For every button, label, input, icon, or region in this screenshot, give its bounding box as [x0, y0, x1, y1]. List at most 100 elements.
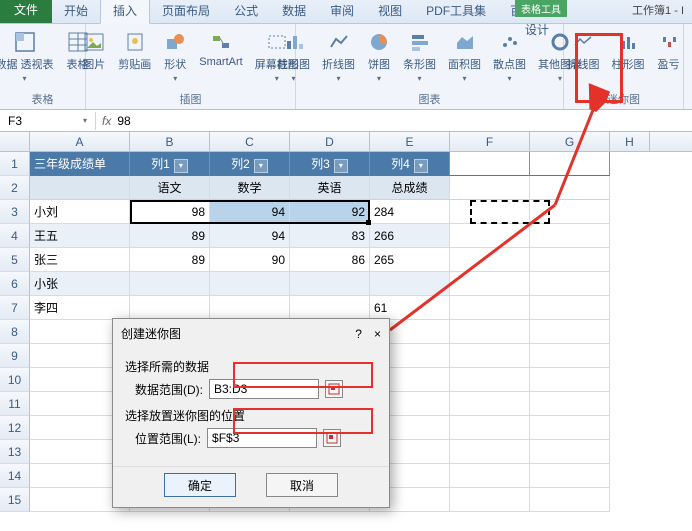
cell[interactable] [530, 392, 610, 416]
cell[interactable]: 284 [370, 200, 450, 224]
select-all-corner[interactable] [0, 132, 30, 151]
cell[interactable] [530, 272, 610, 296]
cell[interactable]: 265 [370, 248, 450, 272]
col-header[interactable]: E [370, 132, 450, 151]
tab-review[interactable]: 审阅 [318, 0, 366, 23]
column-chart-button[interactable]: 柱形图▾ [273, 28, 314, 85]
tab-design[interactable]: 设计 [515, 17, 567, 42]
tab-data[interactable]: 数据 [270, 0, 318, 23]
cell[interactable]: 李四 [30, 296, 130, 320]
tab-formula[interactable]: 公式 [222, 0, 270, 23]
smartart-button[interactable]: SmartArt [195, 28, 246, 70]
cell[interactable]: 列3▾ [290, 152, 370, 176]
col-header[interactable]: B [130, 132, 210, 151]
pie-chart-button[interactable]: 饼图▾ [363, 28, 395, 85]
cell[interactable]: 94 [210, 224, 290, 248]
cell[interactable] [290, 272, 370, 296]
range-selector-button[interactable] [323, 429, 341, 447]
shapes-button[interactable]: 形状▾ [159, 28, 191, 85]
location-range-input[interactable] [207, 428, 317, 448]
cell[interactable] [530, 320, 610, 344]
cell[interactable]: 列2▾ [210, 152, 290, 176]
cell[interactable] [530, 176, 610, 200]
cell[interactable]: 列1▾ [130, 152, 210, 176]
cell[interactable] [450, 416, 530, 440]
row-header[interactable]: 4 [0, 224, 30, 248]
col-header[interactable]: G [530, 132, 610, 151]
filter-arrow-icon[interactable]: ▾ [334, 159, 348, 173]
cell[interactable] [450, 320, 530, 344]
cell[interactable]: 266 [370, 224, 450, 248]
clipart-button[interactable]: 剪贴画 [114, 28, 155, 74]
cell[interactable] [370, 272, 450, 296]
cell[interactable]: 89 [130, 248, 210, 272]
cell[interactable] [130, 272, 210, 296]
tab-pdf[interactable]: PDF工具集 [414, 0, 498, 23]
row-header[interactable]: 11 [0, 392, 30, 416]
filter-arrow-icon[interactable]: ▾ [414, 159, 428, 173]
cell[interactable] [450, 200, 530, 224]
col-header[interactable]: F [450, 132, 530, 151]
formula-input[interactable] [117, 114, 686, 128]
col-header[interactable]: D [290, 132, 370, 151]
cell[interactable] [450, 344, 530, 368]
cell[interactable] [130, 296, 210, 320]
name-box[interactable]: F3▾ [0, 112, 96, 130]
ok-button[interactable]: 确定 [164, 473, 236, 497]
cell[interactable]: 列4▾ [370, 152, 450, 176]
pivot-table-button[interactable]: 数据 透视表 ▾ [0, 28, 58, 85]
row-header[interactable]: 9 [0, 344, 30, 368]
line-chart-button[interactable]: 折线图▾ [318, 28, 359, 85]
cell[interactable]: 王五 [30, 224, 130, 248]
row-header[interactable]: 8 [0, 320, 30, 344]
cell[interactable] [450, 464, 530, 488]
cancel-button[interactable]: 取消 [266, 473, 338, 497]
cell[interactable]: 94 [210, 200, 290, 224]
cell[interactable] [530, 224, 610, 248]
bar-chart-button[interactable]: 条形图▾ [399, 28, 440, 85]
close-button[interactable]: × [374, 327, 381, 341]
cell[interactable] [450, 368, 530, 392]
filter-arrow-icon[interactable]: ▾ [174, 159, 188, 173]
tab-view[interactable]: 视图 [366, 0, 414, 23]
row-header[interactable]: 15 [0, 488, 30, 512]
sparkline-column-button[interactable]: 柱形图 [608, 28, 649, 74]
tab-home[interactable]: 开始 [52, 0, 100, 23]
cell[interactable] [210, 296, 290, 320]
cell[interactable] [450, 272, 530, 296]
cell[interactable]: 90 [210, 248, 290, 272]
cell[interactable]: 98 [130, 200, 210, 224]
cell[interactable] [450, 392, 530, 416]
cell[interactable] [210, 272, 290, 296]
sparkline-winloss-button[interactable]: 盈亏 [653, 28, 685, 74]
cell[interactable] [530, 200, 610, 224]
cell[interactable] [530, 440, 610, 464]
col-header[interactable]: C [210, 132, 290, 151]
cell[interactable] [530, 344, 610, 368]
tab-file[interactable]: 文件 [0, 0, 52, 23]
row-header[interactable]: 5 [0, 248, 30, 272]
cell[interactable] [530, 488, 610, 512]
cell[interactable]: 小张 [30, 272, 130, 296]
cell[interactable]: 86 [290, 248, 370, 272]
data-range-input[interactable] [209, 379, 319, 399]
cell[interactable]: 语文 [130, 176, 210, 200]
cell[interactable] [530, 416, 610, 440]
cell[interactable] [30, 176, 130, 200]
cell[interactable]: 数学 [210, 176, 290, 200]
cell[interactable]: 83 [290, 224, 370, 248]
cell[interactable]: 61 [370, 296, 450, 320]
cell[interactable] [450, 176, 530, 200]
cell[interactable] [450, 248, 530, 272]
row-header[interactable]: 14 [0, 464, 30, 488]
row-header[interactable]: 3 [0, 200, 30, 224]
row-header[interactable]: 6 [0, 272, 30, 296]
cell[interactable]: 总成绩 [370, 176, 450, 200]
row-header[interactable]: 13 [0, 440, 30, 464]
cell[interactable]: 三年级成绩单 [30, 152, 130, 176]
row-header[interactable]: 12 [0, 416, 30, 440]
cell[interactable]: 张三 [30, 248, 130, 272]
cell[interactable] [450, 440, 530, 464]
tab-insert[interactable]: 插入 [100, 0, 150, 24]
row-header[interactable]: 1 [0, 152, 30, 176]
